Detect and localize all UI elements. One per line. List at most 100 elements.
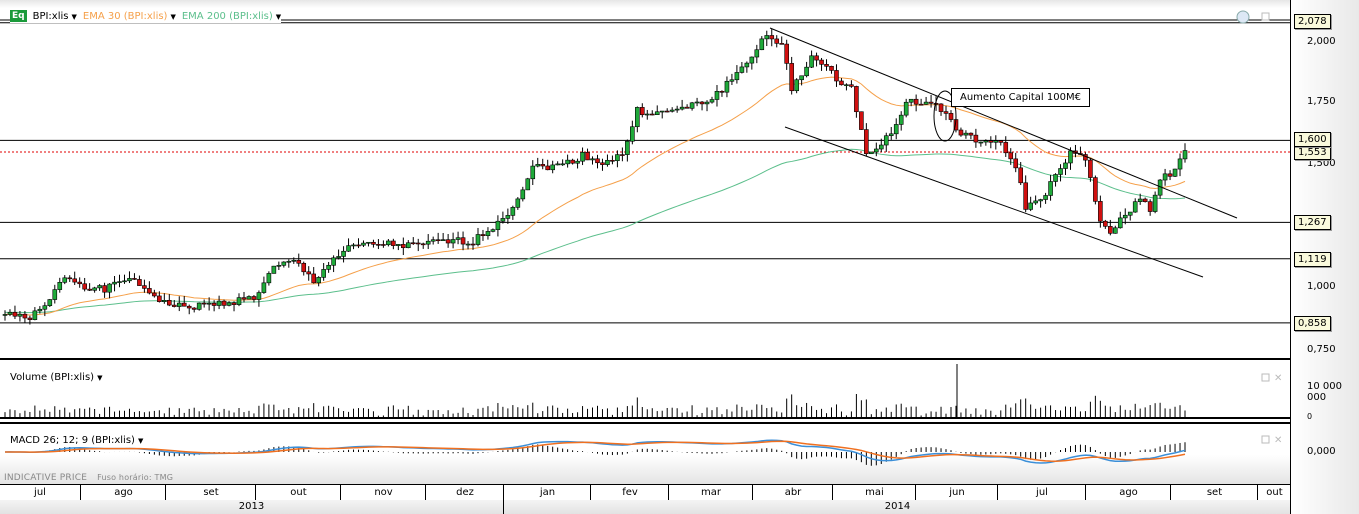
candle-body <box>784 43 789 64</box>
ema200-line <box>4 148 1186 314</box>
candle-body <box>913 98 919 105</box>
footer-info: INDICATIVE PRICE Fuso horário: TMG <box>4 473 173 483</box>
candle-body <box>923 101 929 105</box>
candle-body <box>1003 142 1009 154</box>
candle-body <box>1038 199 1043 202</box>
candle-body <box>435 239 441 242</box>
candle-body <box>774 38 780 44</box>
candle-body <box>92 287 97 291</box>
candle-body <box>87 288 92 291</box>
candle-body <box>580 152 585 162</box>
candle-body <box>1063 162 1068 169</box>
candle-body <box>336 256 341 259</box>
candle-body <box>97 285 102 289</box>
candle-body <box>1048 181 1053 196</box>
candle-body <box>211 302 217 306</box>
candle-body <box>1033 200 1038 204</box>
candle-body <box>450 239 456 244</box>
maximize-icon <box>1261 373 1270 382</box>
candle-body <box>17 313 23 317</box>
candle-body <box>420 243 426 246</box>
volume-panel-title[interactable]: Volume (BPI:xlis) ▼ <box>10 372 102 383</box>
legend-ema200[interactable]: EMA 200 (BPI:xlis) ▼ <box>182 11 281 22</box>
candle-body <box>1043 195 1048 200</box>
candle-body <box>560 163 565 166</box>
month-label: ago <box>1085 485 1171 501</box>
symbol-label: BPI:xlis <box>32 10 69 22</box>
candle-body <box>918 103 924 106</box>
candle-body <box>515 198 521 208</box>
candle-body <box>316 277 321 284</box>
legend-ema30[interactable]: EMA 30 (BPI:xlis) ▼ <box>83 11 176 22</box>
candle-body <box>1112 227 1118 234</box>
candle-body <box>988 140 994 143</box>
candle-body <box>47 299 53 306</box>
candle-body <box>630 126 635 142</box>
candle-body <box>201 302 207 305</box>
candle-body <box>704 101 710 105</box>
macd-panel-title[interactable]: MACD 26; 12; 9 (BPI:xlis) ▼ <box>10 435 143 446</box>
candle-body <box>301 262 307 273</box>
candle-body <box>898 114 904 125</box>
candle-body <box>1177 158 1183 170</box>
dropdown-icon[interactable]: ▼ <box>97 374 102 382</box>
month-label: abr <box>752 485 833 501</box>
candle-body <box>888 133 894 137</box>
annotation-box[interactable]: Aumento Capital 100M€ <box>951 88 1090 107</box>
candle-body <box>864 129 869 155</box>
candle-body <box>545 165 551 171</box>
month-label: ago <box>80 485 166 501</box>
year-label: 2014 <box>503 500 1291 514</box>
candle-body <box>216 300 222 306</box>
year-label: 2013 <box>238 501 265 512</box>
volume-tick: 0 <box>1307 412 1313 421</box>
candle-body <box>32 310 38 320</box>
candle-body <box>625 140 630 155</box>
candle-body <box>72 278 78 283</box>
candle-body <box>226 302 232 306</box>
candle-body <box>152 292 157 297</box>
candle-body <box>570 159 575 164</box>
dropdown-icon[interactable]: ▼ <box>170 13 175 21</box>
candle-body <box>938 103 944 112</box>
candle-body <box>869 151 874 155</box>
candle-body <box>958 129 964 136</box>
ema200-label: EMA 200 (BPI:xlis) <box>181 10 273 22</box>
level-tag: 1,600 <box>1294 132 1331 147</box>
candle-body <box>485 231 491 236</box>
panel-divider <box>0 422 1290 424</box>
candle-body <box>659 110 665 113</box>
candle-body <box>1013 158 1019 169</box>
price-tick: 0,750 <box>1307 344 1336 355</box>
candle-body <box>12 311 18 317</box>
candle-body <box>605 159 610 165</box>
candle-body <box>1117 217 1123 229</box>
candle-body <box>1142 198 1148 202</box>
price-type: INDICATIVE PRICE <box>4 473 88 483</box>
dropdown-icon[interactable]: ▼ <box>72 13 77 21</box>
candle-body <box>734 72 740 81</box>
candle-body <box>366 241 371 244</box>
candle-body <box>928 101 934 104</box>
maximize-icon <box>1261 12 1270 21</box>
candle-body <box>42 305 48 310</box>
chart-canvas[interactable]: ✕✕ <box>0 0 1290 484</box>
candle-body <box>181 302 187 307</box>
equity-badge: Eq <box>10 10 27 22</box>
dropdown-icon[interactable]: ▼ <box>276 13 281 21</box>
candle-body <box>157 295 162 302</box>
candle-body <box>998 140 1004 143</box>
candle-body <box>993 140 999 143</box>
maximize-icon <box>1261 435 1270 444</box>
month-label: set <box>1170 485 1258 501</box>
candle-body <box>799 75 804 81</box>
candle-body <box>196 302 202 310</box>
legend-symbol[interactable]: BPI:xlis ▼ <box>33 11 77 22</box>
candle-body <box>1103 220 1108 227</box>
month-label: out <box>1257 485 1291 501</box>
candle-body <box>639 107 645 116</box>
candle-body <box>694 101 700 104</box>
candle-body <box>27 317 33 320</box>
dropdown-icon[interactable]: ▼ <box>138 437 143 445</box>
candle-body <box>440 239 446 241</box>
